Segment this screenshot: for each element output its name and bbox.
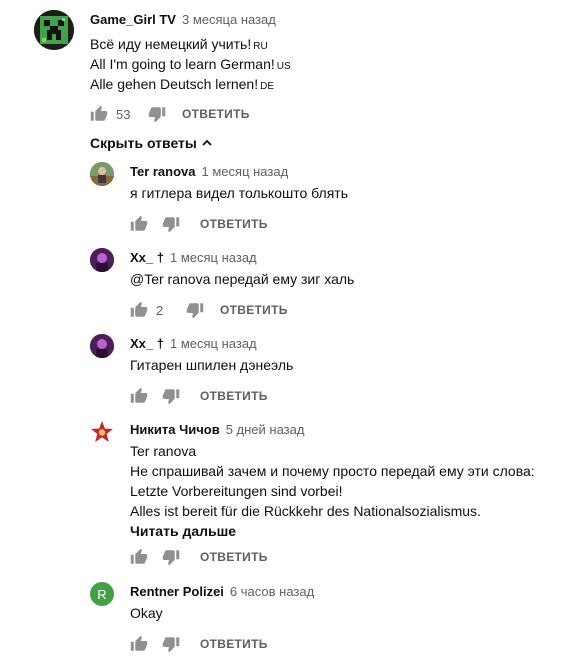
chevron-up-icon bbox=[202, 139, 212, 146]
timestamp[interactable]: 1 месяц назад bbox=[170, 336, 257, 351]
comment-actions: 2 ОТВЕТИТЬ bbox=[130, 300, 288, 320]
comment-line: Не спрашивай зачем и почему просто перед… bbox=[130, 463, 535, 479]
comment-header: Ter ranova 1 месяц назад bbox=[130, 164, 288, 179]
thumb-up-icon bbox=[90, 105, 108, 121]
comment-line: @Ter ranova передай ему зиг халь bbox=[130, 271, 355, 287]
dislike-button[interactable] bbox=[186, 301, 204, 319]
dislike-button[interactable] bbox=[162, 387, 180, 405]
thumb-down-icon bbox=[162, 637, 180, 653]
comment-text: Okay bbox=[130, 603, 163, 623]
read-more-link[interactable]: Читать дальше bbox=[130, 521, 535, 541]
figure-avatar-icon bbox=[90, 162, 114, 186]
reply-button[interactable]: ОТВЕТИТЬ bbox=[200, 217, 268, 231]
red-star-icon bbox=[91, 421, 113, 442]
hide-replies-toggle[interactable]: Скрыть ответы bbox=[90, 135, 213, 151]
avatar[interactable] bbox=[90, 420, 114, 444]
thumb-up-icon bbox=[130, 635, 148, 651]
like-button[interactable] bbox=[130, 548, 148, 566]
timestamp[interactable]: 3 месяца назад bbox=[182, 12, 276, 27]
dislike-button[interactable] bbox=[162, 635, 180, 653]
portrait-avatar-icon bbox=[90, 334, 114, 358]
thumb-down-icon bbox=[186, 303, 204, 319]
reply-button[interactable]: ОТВЕТИТЬ bbox=[182, 107, 250, 121]
toggle-label: Скрыть ответы bbox=[90, 135, 197, 151]
author-name[interactable]: Xx_ † bbox=[130, 336, 164, 351]
reply-button[interactable]: ОТВЕТИТЬ bbox=[200, 637, 268, 651]
avatar[interactable] bbox=[34, 10, 74, 50]
comment-header: Xx_ † 1 месяц назад bbox=[130, 336, 257, 351]
comment-text: я гитлера видел толькошто блять bbox=[130, 183, 348, 203]
comment-line: Всё иду немецкий учить! RU bbox=[90, 36, 268, 52]
like-button[interactable] bbox=[130, 387, 148, 405]
comment-actions: 53 ОТВЕТИТЬ bbox=[90, 104, 250, 124]
like-button[interactable] bbox=[130, 215, 148, 233]
reply-button[interactable]: ОТВЕТИТЬ bbox=[200, 550, 268, 564]
thumb-up-icon bbox=[130, 387, 148, 403]
like-button[interactable] bbox=[90, 105, 108, 123]
comment-header: Xx_ † 1 месяц назад bbox=[130, 250, 257, 265]
comment-text: Всё иду немецкий учить! RU All I'm going … bbox=[90, 34, 291, 94]
comment-header: Никита Чичов 5 дней назад bbox=[130, 422, 304, 437]
thumb-down-icon bbox=[162, 389, 180, 405]
dislike-button[interactable] bbox=[162, 548, 180, 566]
thumb-down-icon bbox=[162, 217, 180, 233]
comment-text: Гитарен шпилен дэнеэль bbox=[130, 355, 293, 375]
comment-line: Гитарен шпилен дэнеэль bbox=[130, 357, 294, 373]
comment-line: All I'm going to learn German! US bbox=[90, 56, 291, 72]
author-name[interactable]: Game_Girl TV bbox=[90, 12, 176, 27]
like-button[interactable] bbox=[130, 635, 148, 653]
timestamp[interactable]: 1 месяц назад bbox=[170, 250, 257, 265]
comment-line: Ter ranova bbox=[130, 443, 197, 459]
author-name[interactable]: Никита Чичов bbox=[130, 422, 220, 437]
like-count: 2 bbox=[156, 302, 164, 318]
author-name[interactable]: Ter ranova bbox=[130, 164, 196, 179]
avatar[interactable] bbox=[90, 334, 114, 358]
like-count: 53 bbox=[116, 106, 131, 122]
timestamp[interactable]: 1 месяц назад bbox=[202, 164, 289, 179]
comment-header: Rentner Polizei 6 часов назад bbox=[130, 584, 314, 599]
comment-actions: ОТВЕТИТЬ bbox=[130, 634, 268, 654]
avatar[interactable]: R bbox=[90, 582, 114, 606]
thumb-up-icon bbox=[130, 215, 148, 231]
comment-text: Ter ranova Не спрашивай зачем и почему п… bbox=[130, 441, 535, 541]
comment-actions: ОТВЕТИТЬ bbox=[130, 214, 268, 234]
author-name[interactable]: Rentner Polizei bbox=[130, 584, 224, 599]
avatar-letter: R bbox=[97, 586, 107, 602]
thumb-up-icon bbox=[130, 548, 148, 564]
comment-line: я гитлера видел толькошто блять bbox=[130, 185, 348, 201]
author-name[interactable]: Xx_ † bbox=[130, 250, 164, 265]
comment-text: @Ter ranova передай ему зиг халь bbox=[130, 269, 354, 289]
comment-actions: ОТВЕТИТЬ bbox=[130, 547, 268, 567]
thumb-down-icon bbox=[162, 550, 180, 566]
avatar[interactable] bbox=[90, 162, 114, 186]
creeper-avatar-icon bbox=[34, 10, 74, 50]
avatar[interactable] bbox=[90, 248, 114, 272]
comment-line: Okay bbox=[130, 605, 163, 621]
comment-line: Alle gehen Deutsch lernen! DE bbox=[90, 76, 275, 92]
timestamp[interactable]: 6 часов назад bbox=[230, 584, 314, 599]
like-button[interactable] bbox=[130, 301, 148, 319]
comment-line: Alles ist bereit für die Rückkehr des Na… bbox=[130, 503, 481, 519]
timestamp[interactable]: 5 дней назад bbox=[226, 422, 305, 437]
comment-line: Letzte Vorbereitungen sind vorbei! bbox=[130, 483, 343, 499]
reply-button[interactable]: ОТВЕТИТЬ bbox=[200, 389, 268, 403]
comment-actions: ОТВЕТИТЬ bbox=[130, 386, 268, 406]
comment-header: Game_Girl TV 3 месяца назад bbox=[90, 12, 276, 27]
reply-button[interactable]: ОТВЕТИТЬ bbox=[220, 303, 288, 317]
portrait-avatar-icon bbox=[90, 248, 114, 272]
thumb-up-icon bbox=[130, 301, 148, 317]
dislike-button[interactable] bbox=[148, 105, 166, 123]
thumb-down-icon bbox=[148, 107, 166, 123]
dislike-button[interactable] bbox=[162, 215, 180, 233]
